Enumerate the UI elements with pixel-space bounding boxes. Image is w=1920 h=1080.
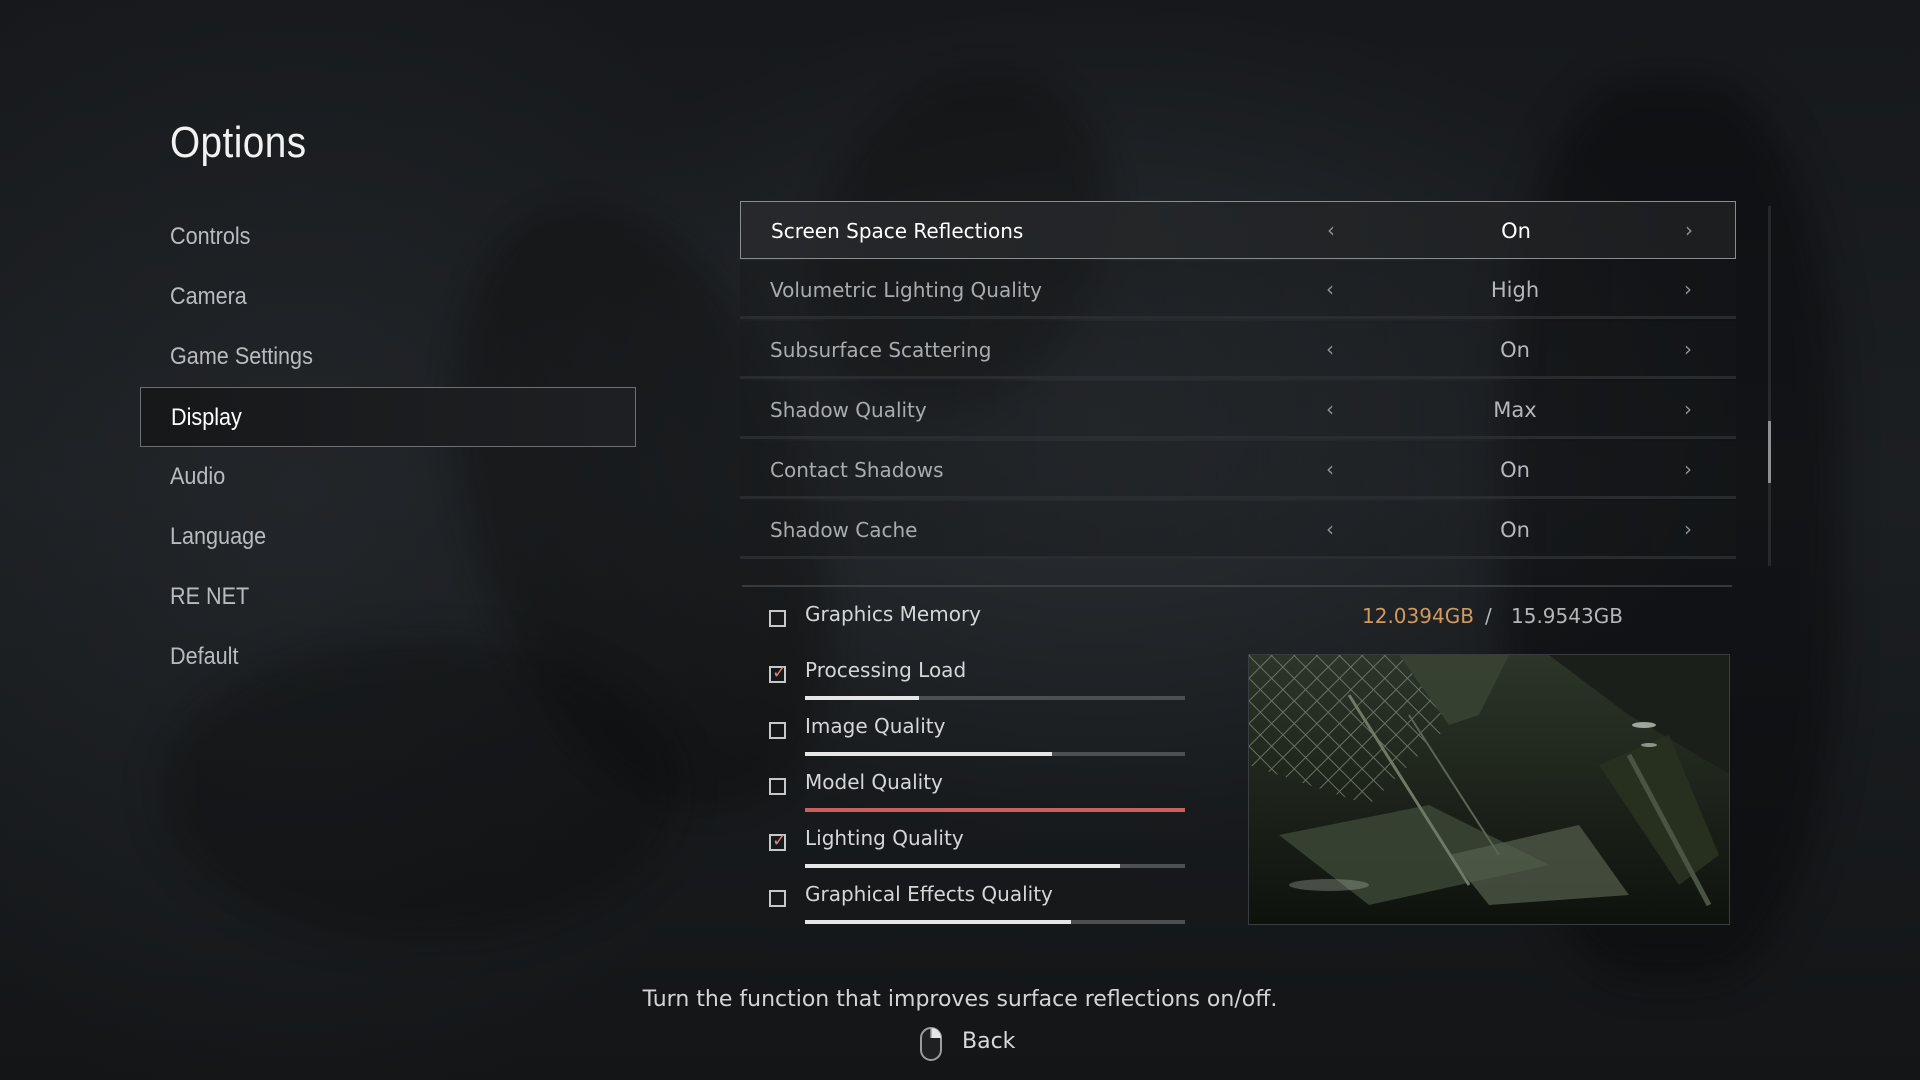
scrollbar-thumb[interactable]: [1768, 420, 1771, 483]
setting-label: Subsurface Scattering: [770, 338, 992, 362]
menu-item-camera[interactable]: Camera: [140, 267, 636, 327]
menu-item-label: RE NET: [170, 583, 250, 610]
menu-item-game-settings[interactable]: Game Settings: [140, 327, 636, 387]
perf-row-lighting-quality: ✓ Lighting Quality: [768, 821, 1188, 877]
setting-row-subsurface-scattering[interactable]: Subsurface Scattering ‹ On ›: [740, 321, 1736, 379]
perf-bar: [805, 696, 1185, 700]
setting-row-contact-shadows[interactable]: Contact Shadows ‹ On ›: [740, 441, 1736, 499]
perf-label: Model Quality: [805, 770, 943, 794]
back-label[interactable]: Back: [962, 1029, 1015, 1054]
setting-row-volumetric-lighting-quality[interactable]: Volumetric Lighting Quality ‹ High ›: [740, 261, 1736, 319]
checkmark-icon: ✓: [772, 830, 788, 851]
setting-label: Shadow Cache: [770, 518, 918, 542]
perf-bar: [805, 864, 1185, 868]
chevron-right-icon[interactable]: ›: [1684, 321, 1692, 377]
setting-description: Turn the function that improves surface …: [642, 987, 1278, 1012]
chevron-right-icon[interactable]: ›: [1684, 381, 1692, 437]
perf-bar-fill: [805, 864, 1121, 868]
perf-label: Processing Load: [805, 658, 967, 682]
performance-panel: ✓ Graphics Memory ✓ Processing Load ✓ Image Q…: [768, 597, 1188, 933]
menu-item-language[interactable]: Language: [140, 507, 636, 567]
game-options-screen: Options Controls Camera Game Settings Displ…: [0, 0, 1920, 1080]
perf-label: Lighting Quality: [805, 826, 964, 850]
perf-row-graphics-memory: ✓ Graphics Memory: [768, 597, 1188, 653]
chevron-right-icon[interactable]: ›: [1684, 261, 1692, 317]
options-menu: Controls Camera Game Settings Display Audio L…: [140, 207, 636, 687]
checkbox-graphics-memory[interactable]: ✓: [769, 610, 786, 627]
mouse-right-click-icon: [920, 1027, 942, 1061]
perf-bar: [805, 808, 1185, 812]
scrollbar-track[interactable]: [1768, 206, 1771, 566]
chevron-right-icon[interactable]: ›: [1684, 441, 1692, 497]
page-title: Options: [170, 118, 307, 167]
menu-item-re-net[interactable]: RE NET: [140, 567, 636, 627]
menu-item-controls[interactable]: Controls: [140, 207, 636, 267]
menu-item-audio[interactable]: Audio: [140, 447, 636, 507]
section-divider: [742, 585, 1732, 587]
perf-row-processing-load: ✓ Processing Load: [768, 653, 1188, 709]
chevron-right-icon[interactable]: ›: [1684, 501, 1692, 557]
setting-label: Screen Space Reflections: [771, 219, 1024, 243]
display-settings-list: Screen Space Reflections ‹ On › Volumetric L…: [740, 201, 1736, 561]
perf-label: Graphics Memory: [805, 602, 982, 626]
menu-item-label: Language: [170, 523, 267, 550]
setting-label: Volumetric Lighting Quality: [770, 278, 1043, 302]
setting-value: On: [1500, 518, 1530, 542]
perf-label: Graphical Effects Quality: [805, 882, 1053, 906]
setting-value: High: [1490, 278, 1540, 302]
setting-row-shadow-quality[interactable]: Shadow Quality ‹ Max ›: [740, 381, 1736, 439]
perf-row-model-quality: ✓ Model Quality: [768, 765, 1188, 821]
graphics-memory-total: 15.9543GB: [1511, 604, 1623, 628]
setting-row-shadow-cache[interactable]: Shadow Cache ‹ On ›: [740, 501, 1736, 559]
menu-item-label: Game Settings: [170, 343, 313, 370]
chevron-left-icon[interactable]: ‹: [1326, 441, 1334, 497]
chevron-left-icon[interactable]: ‹: [1326, 261, 1334, 317]
menu-item-label: Controls: [170, 223, 251, 250]
setting-label: Contact Shadows: [770, 458, 944, 482]
menu-item-default[interactable]: Default: [140, 627, 636, 687]
chevron-right-icon[interactable]: ›: [1685, 202, 1693, 258]
setting-value: Max: [1493, 398, 1537, 422]
setting-label: Shadow Quality: [770, 398, 927, 422]
menu-item-label: Display: [171, 404, 242, 431]
graphics-memory-separator: /: [1485, 604, 1492, 628]
chevron-left-icon[interactable]: ‹: [1326, 321, 1334, 377]
setting-value: On: [1500, 338, 1530, 362]
perf-bar-fill: [805, 920, 1071, 924]
chevron-left-icon[interactable]: ‹: [1326, 381, 1334, 437]
checkbox-processing-load[interactable]: ✓: [769, 662, 787, 683]
perf-row-graphical-effects-quality: ✓ Graphical Effects Quality: [768, 877, 1188, 933]
menu-item-label: Audio: [170, 463, 226, 490]
perf-bar-fill: [805, 752, 1052, 756]
perf-bar: [805, 920, 1185, 924]
setting-value: On: [1501, 219, 1531, 243]
graphics-memory-used: 12.0394GB: [1362, 604, 1474, 628]
perf-bar: [805, 752, 1185, 756]
perf-label: Image Quality: [805, 714, 946, 738]
chevron-left-icon[interactable]: ‹: [1327, 202, 1335, 258]
checkbox-image-quality[interactable]: ✓: [769, 722, 786, 739]
menu-item-display[interactable]: Display: [140, 387, 636, 447]
menu-item-label: Default: [170, 643, 239, 670]
scene-preview-art: [1249, 655, 1729, 924]
perf-bar-fill: [805, 696, 919, 700]
menu-item-label: Camera: [170, 283, 247, 310]
chevron-left-icon[interactable]: ‹: [1326, 501, 1334, 557]
perf-row-image-quality: ✓ Image Quality: [768, 709, 1188, 765]
setting-row-screen-space-reflections[interactable]: Screen Space Reflections ‹ On ›: [740, 201, 1736, 259]
checkbox-model-quality[interactable]: ✓: [769, 778, 786, 795]
scene-preview-image: [1248, 654, 1730, 925]
checkbox-graphical-effects-quality[interactable]: ✓: [769, 890, 786, 907]
checkmark-icon: ✓: [772, 662, 788, 683]
checkbox-lighting-quality[interactable]: ✓: [769, 830, 787, 851]
perf-bar-fill: [805, 808, 1185, 812]
setting-value: On: [1500, 458, 1530, 482]
